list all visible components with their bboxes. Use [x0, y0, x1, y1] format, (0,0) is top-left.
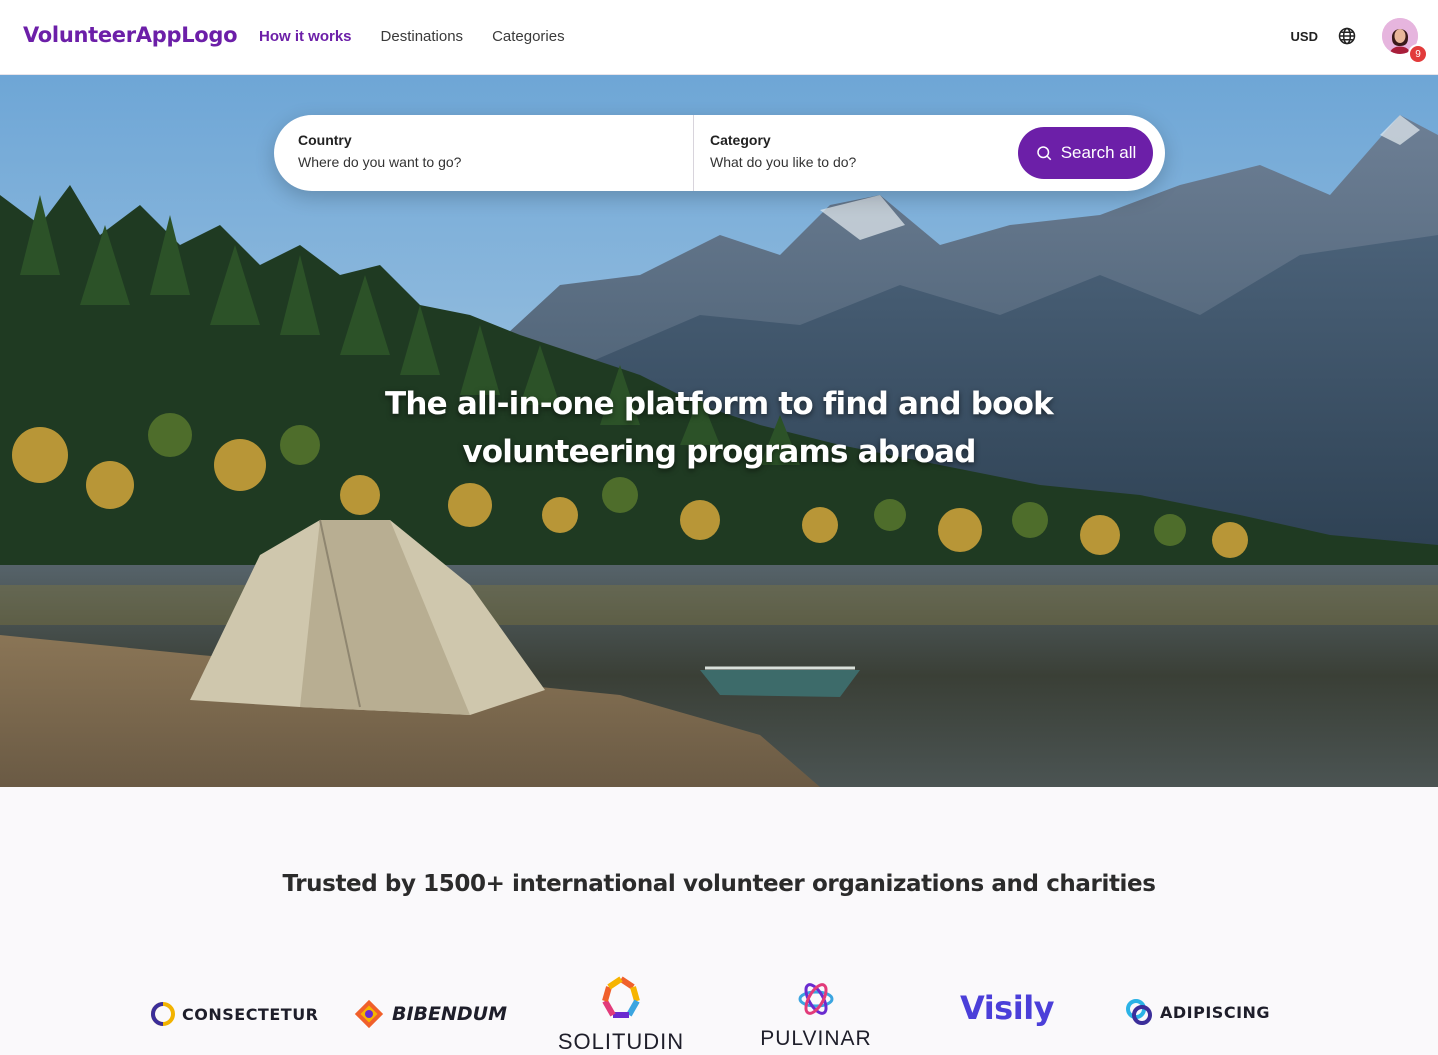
- nav-how-it-works[interactable]: How it works: [259, 28, 352, 45]
- notification-badge: 9: [1408, 44, 1428, 64]
- partner-name-consectetur: CONSECTETUR: [182, 1004, 319, 1024]
- search-button-label: Search all: [1060, 143, 1137, 162]
- hero-headline-line-1: The all-in-one platform to find and book: [385, 386, 1054, 422]
- nav-categories[interactable]: Categories: [492, 28, 565, 45]
- category-field[interactable]: Category: [710, 115, 1010, 191]
- partner-name-adipiscing: ADIPISCING: [1160, 1002, 1271, 1022]
- search-all-button[interactable]: Search all: [1018, 127, 1153, 179]
- trusted-section: Trusted by 1500+ international volunteer…: [0, 787, 1438, 1055]
- partner-logo-bibendum: BIBENDUM: [352, 997, 507, 1031]
- main-nav: How it works Destinations Categories: [259, 28, 565, 45]
- country-input[interactable]: [298, 154, 688, 170]
- nav-destinations[interactable]: Destinations: [381, 28, 464, 45]
- trusted-heading: Trusted by 1500+ international volunteer…: [282, 871, 1156, 897]
- partner-name-visily: Visily: [960, 989, 1055, 1027]
- header-tools: USD 9: [1291, 18, 1428, 64]
- currency-selector[interactable]: USD: [1291, 29, 1318, 44]
- category-label: Category: [710, 132, 771, 148]
- category-input[interactable]: [710, 154, 1010, 170]
- bibendum-logo-icon: [354, 999, 384, 1029]
- hero-headline: The all-in-one platform to find and book…: [0, 380, 1438, 476]
- partner-name-solitudin: SOLITUDIN: [557, 1029, 685, 1054]
- hero-section: Country Category Search all The all-in-o…: [0, 75, 1438, 787]
- partner-name-bibendum: BIBENDUM: [392, 1003, 508, 1025]
- solitudin-logo-icon: [602, 976, 640, 1018]
- search-icon: [1036, 146, 1051, 161]
- partner-logo-consectetur: CONSECTETUR: [150, 1001, 319, 1027]
- partner-logo-pulvinar: PULVINAR: [756, 977, 876, 1051]
- country-field[interactable]: Country: [298, 115, 688, 191]
- partner-logo-adipiscing: ADIPISCING: [1124, 997, 1270, 1027]
- partner-logo-visily: Visily: [960, 989, 1055, 1027]
- search-divider: [693, 115, 694, 191]
- adipiscing-logo-icon: [1126, 999, 1152, 1025]
- user-menu[interactable]: 9: [1382, 18, 1428, 64]
- hero-headline-line-2: volunteering programs abroad: [462, 434, 976, 470]
- search-bar: Country Category Search all: [274, 115, 1165, 191]
- partner-name-pulvinar: PULVINAR: [760, 1027, 872, 1050]
- top-navigation-bar: VolunteerAppLogo How it works Destinatio…: [0, 0, 1438, 75]
- pulvinar-logo-icon: [798, 983, 834, 1015]
- globe-icon[interactable]: [1337, 26, 1357, 46]
- app-logo[interactable]: VolunteerAppLogo: [23, 23, 238, 47]
- partner-logo-solitudin: SOLITUDIN: [556, 975, 686, 1055]
- country-label: Country: [298, 132, 352, 148]
- consectetur-logo-icon: [151, 1002, 175, 1026]
